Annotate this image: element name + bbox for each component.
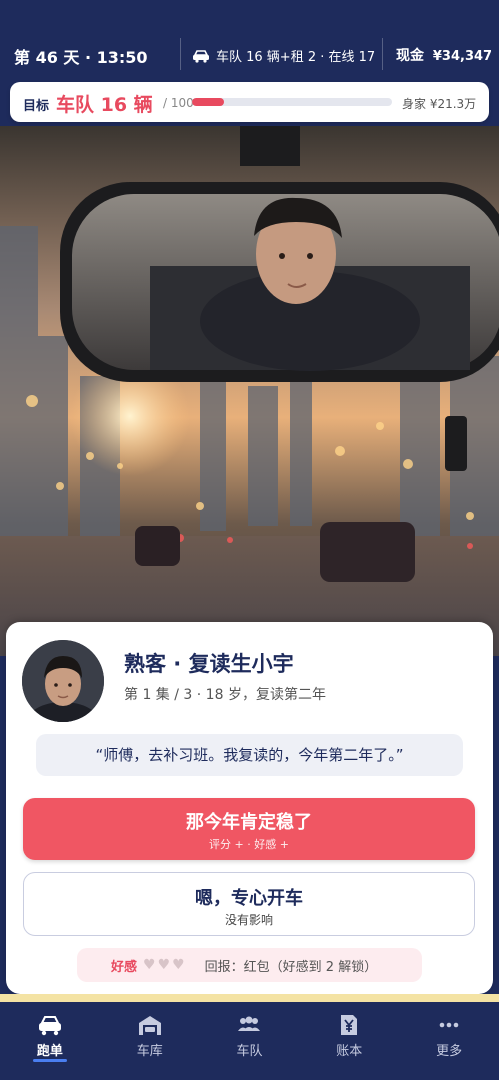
favor-hearts-icon: ♥♥♥: [143, 957, 187, 973]
nav-label: 更多: [436, 1044, 463, 1059]
goal-progress-bar: [192, 98, 392, 106]
passenger-portrait: [22, 640, 104, 722]
nav-label: 车队: [236, 1044, 263, 1059]
nav-item-garage[interactable]: 车库: [100, 1002, 200, 1080]
rearview-mirror-scene: [0, 126, 499, 656]
goal-card: 目标 车队 16 辆 / 100 身家 ¥21.3万: [10, 82, 489, 122]
divider: [382, 38, 383, 70]
garage-icon: [138, 1016, 161, 1035]
passenger-dialog-card: 熟客 · 复读生小宇 第 1 集 / 3 · 18 岁，复读第二年 “师傅，去补…: [6, 622, 493, 994]
scene-illustration: [0, 126, 499, 656]
favor-status: 好感 ♥♥♥ 回报：红包（好感到 2 解锁）: [77, 948, 422, 982]
game-day-time: 第 46 天 · 13:50: [14, 48, 148, 67]
nav-label: 账本: [336, 1044, 363, 1059]
net-worth: 身家 ¥21.3万: [402, 97, 477, 111]
divider: [180, 38, 181, 70]
active-indicator: [33, 1059, 67, 1062]
cash-value: ¥34,347: [432, 49, 493, 64]
more-icon: [439, 1022, 459, 1028]
nav-item-ledger[interactable]: 账本: [299, 1002, 399, 1080]
goal-label: 目标: [23, 99, 50, 114]
cash-display: 现金 ¥34,347: [396, 45, 492, 65]
favor-label: 好感: [111, 959, 138, 975]
passenger-quote: “师傅，去补习班。我复读的，今年第二年了。”: [36, 734, 463, 776]
choice-button-focus-driving[interactable]: 嗯，专心开车 没有影响: [23, 872, 475, 936]
goal-progress-fill: [192, 98, 224, 106]
cash-label: 现金: [396, 48, 424, 64]
ledger-icon: [341, 1015, 358, 1035]
divider: [0, 994, 499, 1002]
fleet-status: 车队 16 辆+租 2 · 在线 17: [192, 46, 375, 65]
goal-total: / 100: [163, 96, 194, 110]
choice-effect: 评分 + · 好感 +: [209, 838, 289, 851]
passenger-info: 第 1 集 / 3 · 18 岁，复读第二年: [124, 687, 326, 703]
goal-title: 车队 16 辆: [56, 94, 153, 116]
choice-label: 那今年肯定稳了: [186, 812, 312, 833]
nav-label: 跑单: [36, 1044, 63, 1059]
car-icon: [193, 49, 209, 63]
passenger-name: 熟客 · 复读生小宇: [124, 652, 294, 676]
nav-item-team[interactable]: 车队: [200, 1002, 300, 1080]
bottom-nav: 跑单 车库 车队 账本 更多: [0, 1002, 499, 1080]
status-bar: 第 46 天 · 13:50 车队 16 辆+租 2 · 在线 17 现金 ¥3…: [0, 0, 499, 78]
choice-label: 嗯，专心开车: [195, 888, 303, 909]
choice-effect: 没有影响: [224, 913, 273, 927]
car-icon: [38, 1016, 61, 1036]
nav-item-orders[interactable]: 跑单: [0, 1002, 100, 1080]
nav-label: 车库: [136, 1044, 163, 1059]
nav-item-more[interactable]: 更多: [399, 1002, 499, 1080]
avatar: [22, 640, 104, 722]
choice-button-encourage[interactable]: 那今年肯定稳了 评分 + · 好感 +: [23, 798, 475, 860]
fleet-text: 车队 16 辆+租 2 · 在线 17: [216, 50, 376, 65]
favor-reward: 回报：红包（好感到 2 解锁）: [204, 959, 378, 975]
team-icon: [238, 1016, 261, 1031]
